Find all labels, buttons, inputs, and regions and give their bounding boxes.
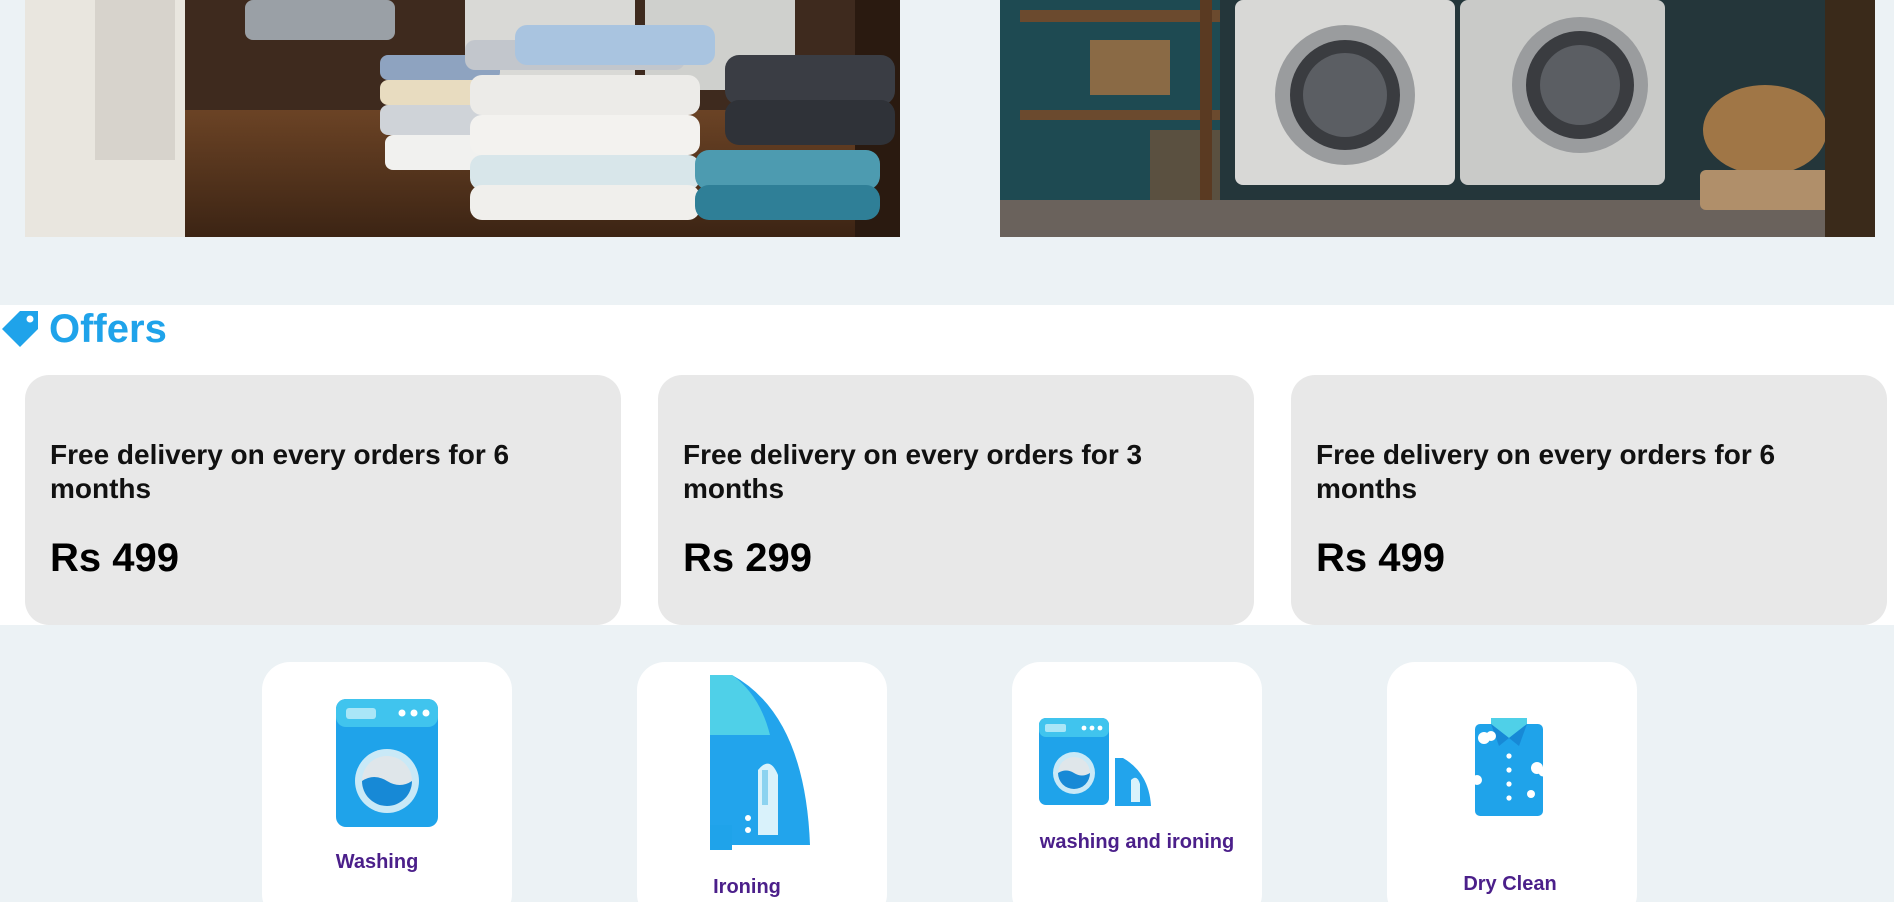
washing-machine-icon — [336, 699, 438, 827]
offer-card[interactable]: Free delivery on every orders for 6 mont… — [1291, 375, 1887, 625]
offer-price: Rs 499 — [1316, 536, 1445, 580]
service-card-dry-clean[interactable]: Dry Clean — [1387, 662, 1637, 902]
services-section: Washing Ironing washing and ironing Dry … — [0, 625, 1894, 902]
offer-price: Rs 499 — [50, 536, 179, 580]
offer-description: Free delivery on every orders for 3 mont… — [683, 439, 1143, 504]
iron-icon — [710, 675, 812, 853]
service-label: Dry Clean — [1463, 873, 1557, 895]
offers-heading: Offers — [0, 305, 167, 353]
tag-icon — [0, 309, 40, 349]
service-label: Ironing — [713, 876, 781, 898]
service-card-washing[interactable]: Washing — [262, 662, 512, 902]
service-label: washing and ironing — [1039, 831, 1235, 853]
hero-gallery — [0, 0, 1894, 305]
shirt-icon — [1469, 716, 1549, 816]
service-label: Washing — [335, 851, 419, 873]
washing-and-ironing-icon — [1039, 718, 1153, 810]
offer-card[interactable]: Free delivery on every orders for 3 mont… — [658, 375, 1254, 625]
washing-machines-photo — [1000, 0, 1875, 237]
offers-title: Offers — [49, 307, 167, 351]
offer-price: Rs 299 — [683, 536, 812, 580]
service-card-washing-and-ironing[interactable]: washing and ironing — [1012, 662, 1262, 902]
folded-laundry-photo — [25, 0, 900, 237]
offer-description: Free delivery on every orders for 6 mont… — [50, 439, 510, 504]
service-card-ironing[interactable]: Ironing — [637, 662, 887, 902]
offer-card[interactable]: Free delivery on every orders for 6 mont… — [25, 375, 621, 625]
offers-section: Offers Free delivery on every orders for… — [0, 305, 1894, 625]
offer-description: Free delivery on every orders for 6 mont… — [1316, 439, 1776, 504]
